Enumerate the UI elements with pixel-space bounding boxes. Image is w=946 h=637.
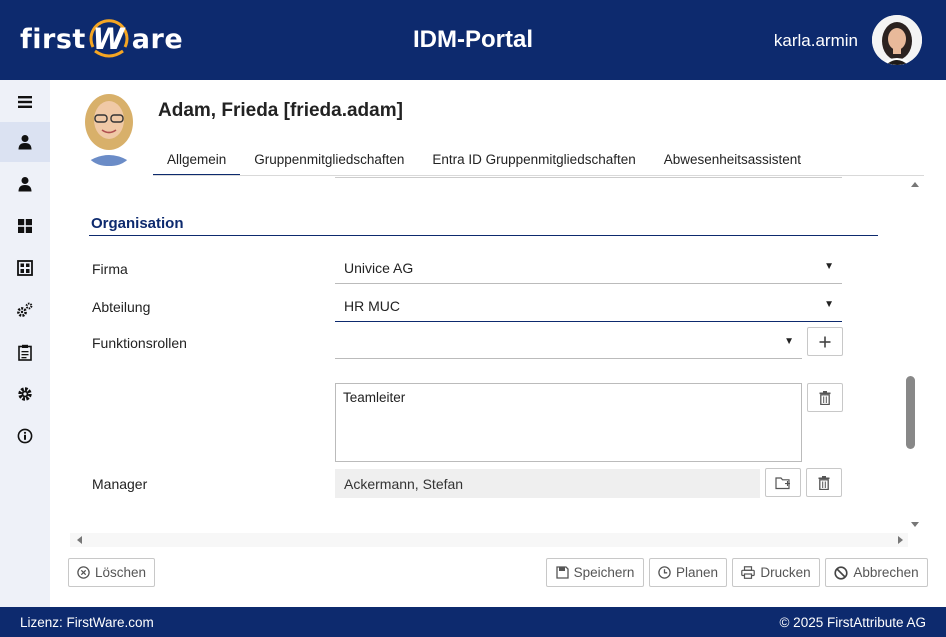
- tab-gruppenmitgliedschaften[interactable]: Gruppenmitgliedschaften: [240, 147, 418, 176]
- abteilung-label: Abteilung: [92, 299, 151, 315]
- save-button-label: Speichern: [573, 565, 635, 580]
- trash-icon: [818, 475, 830, 490]
- print-button-label: Drucken: [760, 565, 811, 580]
- scroll-up-icon[interactable]: [906, 179, 924, 189]
- section-divider: [89, 235, 878, 236]
- user-avatar-photo-icon: [872, 15, 922, 65]
- firma-value: Univice AG: [344, 260, 414, 276]
- funktionsrollen-label: Funktionsrollen: [92, 335, 187, 351]
- select-manager-button[interactable]: [765, 468, 801, 497]
- scroll-down-icon[interactable]: [906, 520, 924, 530]
- abteilung-value: HR MUC: [344, 298, 400, 314]
- sidebar-item-org-chart[interactable]: [0, 248, 50, 288]
- schedule-button-label: Planen: [675, 565, 719, 580]
- person-name: Adam, Frieda [frieda.adam]: [158, 100, 403, 121]
- print-button[interactable]: Drucken: [732, 558, 820, 587]
- gear-icon: [18, 387, 32, 401]
- menu-icon: [18, 96, 32, 108]
- sidebar: [0, 80, 50, 607]
- section-title-organisation: Organisation: [91, 215, 184, 232]
- app-footer: Lizenz: FirstWare.com © 2025 FirstAttrib…: [0, 607, 946, 637]
- clock-icon: [658, 566, 671, 579]
- circle-x-icon: [77, 566, 90, 579]
- clear-manager-button[interactable]: [806, 468, 842, 497]
- tab-abwesenheitsassistent[interactable]: Abwesenheitsassistent: [650, 147, 815, 176]
- tab-bar: Allgemein Gruppenmitgliedschaften Entra …: [153, 147, 815, 177]
- license-link[interactable]: Lizenz: FirstWare.com: [20, 615, 154, 630]
- sidebar-item-dashboard[interactable]: [0, 206, 50, 246]
- tab-entra-id-gruppenmitgliedschaften[interactable]: Entra ID Gruppenmitgliedschaften: [418, 147, 649, 176]
- manager-field: Ackermann, Stefan: [335, 469, 760, 498]
- manager-label: Manager: [92, 476, 148, 492]
- tab-allgemein[interactable]: Allgemein: [153, 147, 241, 176]
- sidebar-menu-toggle[interactable]: [0, 82, 50, 122]
- org-chart-icon: [17, 260, 33, 276]
- caret-down-icon: ▼: [824, 299, 834, 310]
- trash-icon: [819, 390, 831, 405]
- funktionsrollen-select[interactable]: ▼: [335, 327, 802, 359]
- funktionsrollen-list[interactable]: Teamleiter: [335, 383, 802, 462]
- copyright-text: © 2025 FirstAttribute AG: [779, 615, 926, 630]
- remove-funktionsrolle-button[interactable]: [807, 383, 843, 412]
- clipboard-icon: [18, 344, 32, 361]
- add-funktionsrolle-button[interactable]: [807, 327, 843, 356]
- sidebar-item-user[interactable]: [0, 122, 50, 162]
- scroll-left-icon[interactable]: [74, 533, 86, 547]
- schedule-button[interactable]: Planen: [649, 558, 727, 587]
- sidebar-item-clipboard[interactable]: [0, 332, 50, 372]
- scrolled-field-edge: [335, 177, 842, 178]
- horizontal-scrollbar[interactable]: [70, 533, 908, 547]
- vertical-scrollbar[interactable]: [906, 178, 924, 531]
- dashboard-icon: [18, 219, 32, 233]
- plus-icon: [819, 336, 831, 347]
- caret-down-icon: ▼: [784, 336, 794, 347]
- info-icon: [17, 428, 33, 444]
- cancel-button[interactable]: Abbrechen: [825, 558, 928, 587]
- cogs-icon: [17, 302, 33, 317]
- save-button[interactable]: Speichern: [546, 558, 644, 587]
- cancel-button-label: Abbrechen: [853, 565, 919, 580]
- delete-button-label: Löschen: [94, 565, 147, 580]
- tabs-divider: [153, 175, 924, 176]
- sidebar-item-person[interactable]: [0, 164, 50, 204]
- ban-icon: [834, 565, 848, 580]
- scroll-right-icon[interactable]: [894, 533, 906, 547]
- username-label[interactable]: karla.armin: [774, 31, 858, 51]
- profile-photo-icon: [78, 88, 140, 166]
- person-icon: [18, 177, 32, 192]
- printer-icon: [741, 566, 756, 579]
- app-header: first W are IDM-Portal karla.armin: [0, 0, 946, 80]
- firma-select[interactable]: Univice AG ▼: [335, 252, 842, 284]
- sidebar-item-cogs[interactable]: [0, 290, 50, 330]
- funktionsrolle-item[interactable]: Teamleiter: [343, 390, 405, 405]
- abteilung-select[interactable]: HR MUC ▼: [335, 290, 842, 322]
- profile-photo: [78, 88, 140, 166]
- firma-label: Firma: [92, 261, 128, 277]
- folder-plus-icon: [775, 476, 790, 489]
- user-avatar[interactable]: [872, 15, 922, 65]
- vertical-scrollbar-thumb[interactable]: [906, 376, 915, 449]
- delete-button[interactable]: Löschen: [68, 558, 155, 587]
- caret-down-icon: ▼: [824, 261, 834, 272]
- sidebar-item-settings[interactable]: [0, 374, 50, 414]
- manager-value: Ackermann, Stefan: [344, 476, 464, 492]
- floppy-disk-icon: [555, 566, 569, 579]
- user-icon: [18, 135, 32, 150]
- sidebar-item-info[interactable]: [0, 416, 50, 456]
